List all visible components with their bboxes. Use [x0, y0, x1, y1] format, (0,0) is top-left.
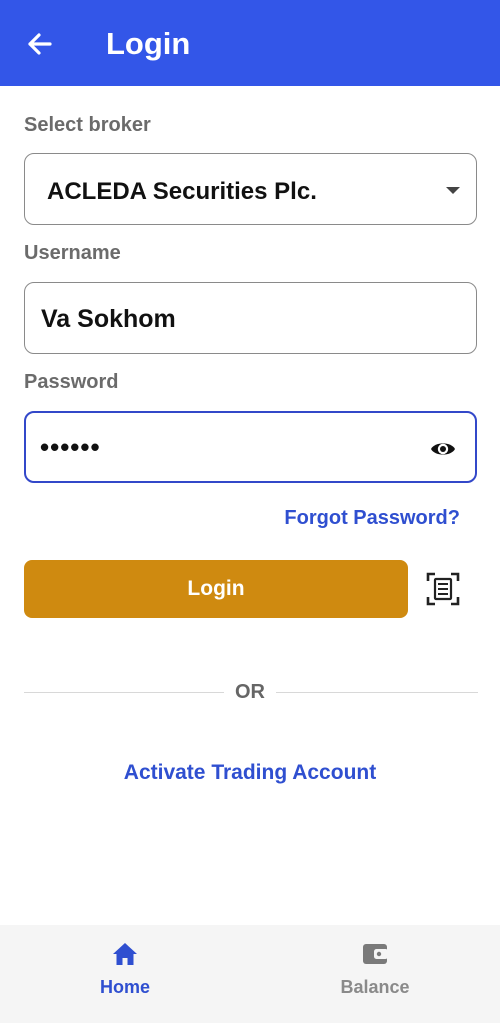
- or-separator: OR: [235, 681, 265, 703]
- username-field: [24, 282, 477, 354]
- nav-label-balance: Balance: [340, 977, 410, 997]
- activate-trading-account-link[interactable]: Activate Trading Account: [0, 761, 500, 785]
- login-button[interactable]: Login: [24, 560, 408, 618]
- wallet-icon: [363, 944, 388, 964]
- password-label: Password: [24, 371, 119, 393]
- broker-label: Select broker: [24, 114, 151, 136]
- scan-document-button[interactable]: [424, 570, 462, 608]
- eye-icon: [431, 443, 455, 455]
- divider-left: [24, 692, 224, 693]
- caret-down-icon: [446, 187, 460, 194]
- home-icon: [113, 943, 137, 965]
- nav-label-home: Home: [99, 977, 150, 997]
- forgot-password-link[interactable]: Forgot Password?: [284, 507, 460, 530]
- broker-selected-value: ACLEDA Securities Plc.: [47, 178, 317, 205]
- arrow-left-icon: [28, 33, 52, 55]
- back-button[interactable]: [22, 26, 58, 62]
- username-label: Username: [24, 242, 121, 264]
- nav-item-balance[interactable]: Balance: [250, 925, 500, 1023]
- username-input[interactable]: [41, 299, 421, 339]
- nav-item-home[interactable]: Home: [0, 925, 250, 1023]
- page-title: Login: [106, 26, 191, 61]
- app-bar: Login: [0, 0, 500, 86]
- password-input[interactable]: [40, 427, 420, 467]
- broker-select[interactable]: ACLEDA Securities Plc.: [24, 153, 477, 225]
- toggle-password-visibility-button[interactable]: [429, 435, 457, 463]
- password-field: [24, 411, 477, 483]
- bottom-nav: Home Balance: [0, 925, 500, 1023]
- document-scan-icon: [426, 572, 460, 606]
- divider-right: [276, 692, 478, 693]
